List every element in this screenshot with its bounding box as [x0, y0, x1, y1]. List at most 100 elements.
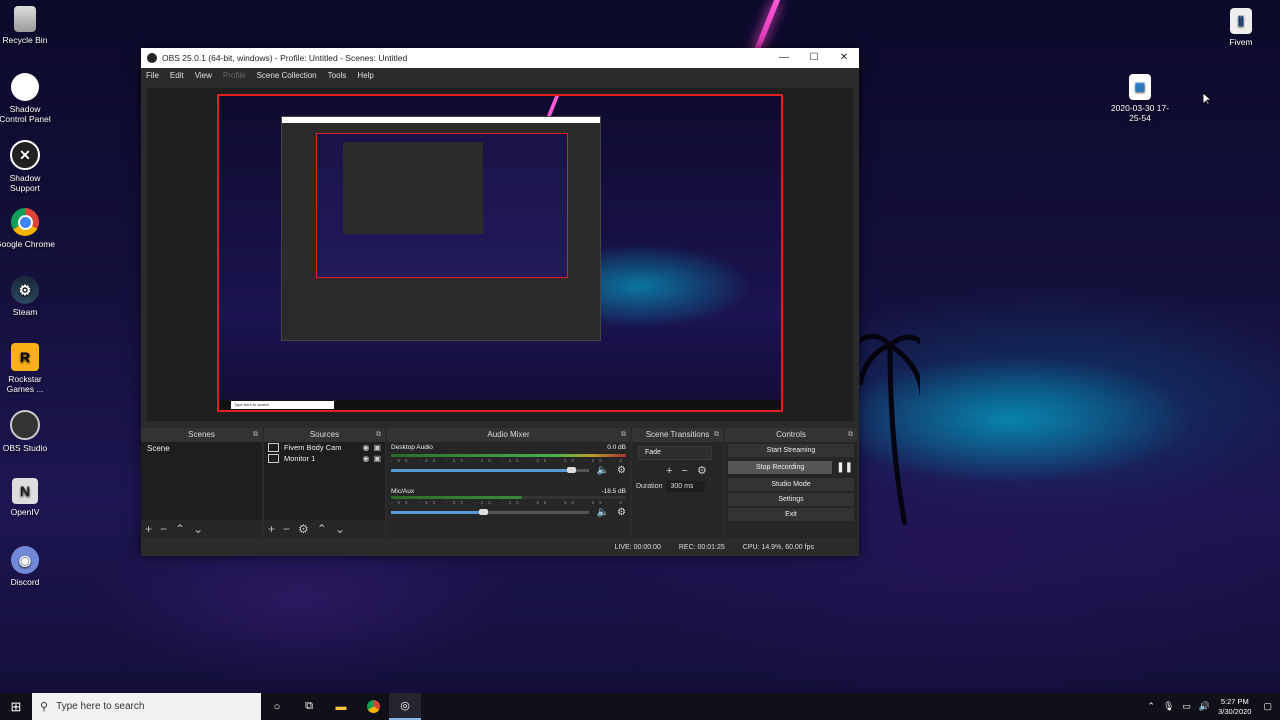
preview-area[interactable]: Type here to search — [147, 88, 853, 421]
search-placeholder: Type here to search — [56, 701, 145, 712]
openiv-icon: N — [12, 478, 38, 504]
network-icon[interactable]: ▭ — [1182, 701, 1191, 712]
start-streaming-button[interactable]: Start Streaming — [728, 444, 854, 457]
remove-source-button[interactable]: − — [283, 522, 290, 536]
meter-ticks: -60 -55 -50 -45 -40 -35 -30 -25 -20 -15 … — [391, 458, 626, 463]
desktop-icon-chrome[interactable]: Google Chrome — [0, 208, 55, 249]
lock-icon[interactable]: ▣ — [373, 454, 381, 463]
menu-view[interactable]: View — [195, 71, 212, 80]
move-source-down-button[interactable]: ⌄ — [335, 522, 345, 536]
float-icon[interactable]: ⧉ — [714, 428, 719, 442]
menu-profile[interactable]: Profile — [223, 71, 246, 80]
remove-transition-button[interactable]: − — [682, 465, 688, 477]
menu-edit[interactable]: Edit — [170, 71, 184, 80]
cortana-icon[interactable]: ○ — [261, 693, 293, 720]
move-source-up-button[interactable]: ⌃ — [317, 522, 327, 536]
stop-recording-button[interactable]: Stop Recording — [728, 461, 833, 474]
menu-tools[interactable]: Tools — [328, 71, 347, 80]
desktop-icon-rockstar[interactable]: R Rockstar Games ... — [0, 343, 55, 394]
sources-list[interactable]: Fivem Body Cam ◉ ▣ Monitor 1 ◉ ▣ — [264, 442, 385, 520]
obs-icon — [10, 410, 40, 440]
move-scene-down-button[interactable]: ⌄ — [193, 522, 203, 536]
speaker-icon[interactable]: 🔈 — [597, 465, 609, 476]
file-explorer-icon[interactable]: ▬ — [325, 693, 357, 720]
float-icon[interactable]: ⧉ — [621, 428, 626, 442]
add-scene-button[interactable]: + — [145, 522, 152, 536]
volume-slider[interactable]: 🔈 ⚙ — [391, 465, 626, 476]
pause-recording-icon[interactable]: ❚❚ — [836, 462, 853, 473]
nested-taskbar: Type here to search — [219, 400, 781, 410]
visibility-eye-icon[interactable]: ◉ — [362, 454, 369, 463]
volume-icon[interactable]: 🔊 — [1199, 701, 1210, 712]
speaker-icon[interactable]: 🔈 — [597, 507, 609, 518]
controls-title: Controls ⧉ — [725, 428, 857, 442]
taskbar-search[interactable]: ⚲ Type here to search — [32, 693, 261, 720]
scenes-dock: Scenes ⧉ Scene + − ⌃ ⌄ — [141, 428, 262, 538]
clock[interactable]: 5:27 PM 3/30/2020 — [1218, 697, 1251, 717]
studio-mode-button[interactable]: Studio Mode — [728, 478, 854, 491]
maximize-button[interactable]: ☐ — [799, 48, 829, 68]
preview-canvas[interactable]: Type here to search — [217, 94, 783, 412]
float-icon[interactable]: ⧉ — [253, 428, 258, 442]
exit-button[interactable]: Exit — [728, 508, 854, 521]
desktop-icon-shadow-support[interactable]: ✕ Shadow Support — [0, 140, 55, 193]
transition-toolbar: + − ⚙ — [632, 464, 723, 477]
live-timer: LIVE: 00:00:00 — [614, 543, 661, 551]
task-view-icon[interactable]: ⧉ — [293, 693, 325, 720]
move-scene-up-button[interactable]: ⌃ — [175, 522, 185, 536]
slider-knob[interactable] — [567, 467, 576, 473]
microphone-icon[interactable]: 🎙 — [1163, 701, 1174, 712]
desktop-icon-obs[interactable]: OBS Studio — [0, 410, 55, 453]
scenes-dock-title: Scenes ⧉ — [141, 428, 262, 442]
controls-dock: Controls ⧉ Start Streaming Stop Recording… — [725, 428, 857, 538]
mouse-cursor-icon — [1202, 92, 1212, 106]
source-properties-gear-icon[interactable]: ⚙ — [298, 522, 309, 536]
visibility-eye-icon[interactable]: ◉ — [362, 443, 369, 452]
source-item[interactable]: Monitor 1 ◉ ▣ — [264, 453, 385, 464]
source-item[interactable]: Fivem Body Cam ◉ ▣ — [264, 442, 385, 453]
add-source-button[interactable]: + — [268, 522, 275, 536]
volume-meter — [391, 496, 626, 499]
float-icon[interactable]: ⧉ — [376, 428, 381, 442]
rockstar-icon: R — [11, 343, 39, 371]
windows-start-icon[interactable]: ⊞ — [0, 693, 32, 720]
scenes-list[interactable]: Scene — [141, 442, 262, 520]
float-icon[interactable]: ⧉ — [848, 428, 853, 442]
desktop-icon-shadow[interactable]: Shadow Control Panel — [0, 73, 55, 124]
obs-titlebar[interactable]: OBS 25.0.1 (64-bit, windows) - Profile: … — [141, 48, 859, 68]
notifications-icon[interactable]: ▢ — [1263, 701, 1272, 712]
menu-help[interactable]: Help — [357, 71, 373, 80]
desktop-icon-openiv[interactable]: N OpenIV — [0, 478, 55, 517]
minimize-button[interactable]: — — [769, 48, 799, 68]
remove-scene-button[interactable]: − — [160, 522, 167, 536]
lock-icon[interactable]: ▣ — [373, 443, 381, 452]
menu-file[interactable]: File — [146, 71, 159, 80]
volume-slider[interactable]: 🔈 ⚙ — [391, 507, 626, 518]
show-hidden-icons-icon[interactable]: ⌃ — [1147, 701, 1155, 712]
settings-button[interactable]: Settings — [728, 493, 854, 506]
gear-icon[interactable]: ⚙ — [617, 507, 626, 518]
discord-icon: ◉ — [11, 546, 39, 574]
transition-select[interactable]: Fade — [638, 446, 712, 460]
close-button[interactable]: ✕ — [829, 48, 859, 68]
add-transition-button[interactable]: + — [666, 465, 672, 477]
nested-obs-window — [281, 116, 601, 341]
desktop-icon-discord[interactable]: ◉ Discord — [0, 546, 55, 587]
duration-row: Duration 300 ms — [636, 481, 723, 492]
chrome-taskbar-icon[interactable] — [357, 693, 389, 720]
gear-icon[interactable]: ⚙ — [617, 465, 626, 476]
desktop-icon-fivem[interactable]: Ⅱ Fivem — [1211, 8, 1271, 47]
sources-toolbar: + − ⚙ ⌃ ⌄ — [264, 520, 385, 538]
desktop-icon-recycle-bin[interactable]: Recycle Bin — [0, 6, 55, 45]
transition-gear-icon[interactable]: ⚙ — [697, 465, 707, 477]
desktop-icon-video-file[interactable]: ▤ 2020-03-30 17-25-54 — [1110, 74, 1170, 123]
obs-window[interactable]: OBS 25.0.1 (64-bit, windows) - Profile: … — [141, 48, 859, 556]
obs-taskbar-icon[interactable]: ◎ — [389, 693, 421, 720]
slider-knob[interactable] — [479, 509, 488, 515]
scene-item[interactable]: Scene — [141, 442, 262, 455]
monitor-icon — [268, 454, 279, 463]
duration-field[interactable]: 300 ms — [666, 481, 706, 492]
cpu-fps: CPU: 14.9%, 60.00 fps — [742, 543, 814, 551]
desktop-icon-steam[interactable]: ⚙ Steam — [0, 276, 55, 317]
menu-scene-collection[interactable]: Scene Collection — [257, 71, 317, 80]
